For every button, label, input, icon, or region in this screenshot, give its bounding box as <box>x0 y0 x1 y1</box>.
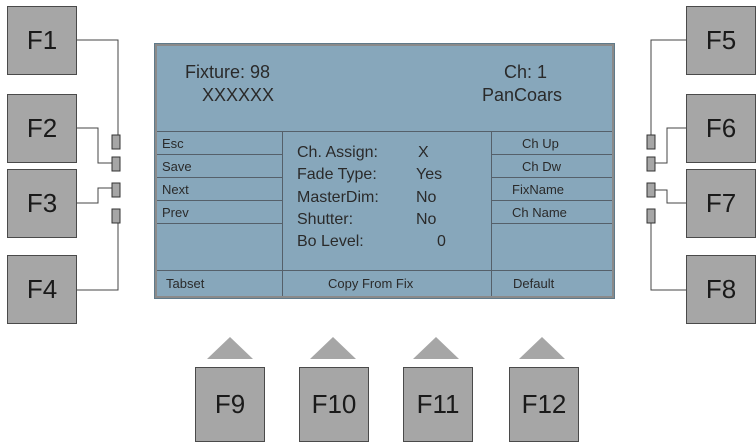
side-button-right-3[interactable] <box>646 182 656 198</box>
right-row-line <box>492 154 612 155</box>
fixture-name: XXXXXX <box>202 85 275 105</box>
f5-key[interactable]: F5 <box>686 6 756 75</box>
field-value: No <box>416 189 437 206</box>
side-button-left-1[interactable] <box>111 134 121 150</box>
side-button-right-2[interactable] <box>646 156 656 172</box>
channel-name: PanCoars <box>482 85 563 105</box>
left-row-line <box>157 223 282 224</box>
side-button-left-4[interactable] <box>111 208 121 224</box>
field-label: Fade Type: <box>297 166 377 183</box>
field-label: Ch. Assign: <box>297 144 378 161</box>
f8-key[interactable]: F8 <box>686 255 756 324</box>
field-value: No <box>416 211 437 228</box>
softkey-save[interactable]: Save <box>162 159 192 174</box>
footer-divider <box>157 270 612 271</box>
left-row-line <box>157 154 282 155</box>
up-arrow-icon <box>413 337 459 359</box>
softkey-esc[interactable]: Esc <box>162 136 184 151</box>
right-row-line <box>492 223 612 224</box>
softkey-copy-from-fix[interactable]: Copy From Fix <box>328 276 413 291</box>
fixture-label: Fixture: 98 <box>185 62 271 82</box>
left-column-divider <box>282 131 283 296</box>
field-label: Shutter: <box>297 211 354 228</box>
softkey-ch-up[interactable]: Ch Up <box>522 136 559 151</box>
field-label: MasterDim: <box>297 189 379 206</box>
f6-key[interactable]: F6 <box>686 94 756 163</box>
field-label: Bo Level: <box>297 233 364 250</box>
channel-label: Ch: 1 <box>504 62 548 82</box>
softkey-ch-name[interactable]: Ch Name <box>512 205 567 220</box>
right-row-line <box>492 200 612 201</box>
softkey-next[interactable]: Next <box>162 182 189 197</box>
f3-key[interactable]: F3 <box>7 169 77 238</box>
up-arrow-icon <box>310 337 356 359</box>
f2-key[interactable]: F2 <box>7 94 77 163</box>
field-value: Yes <box>416 166 443 183</box>
f11-key[interactable]: F11 <box>403 367 473 442</box>
f10-key[interactable]: F10 <box>299 367 369 442</box>
left-row-line <box>157 177 282 178</box>
up-arrow-icon <box>207 337 253 359</box>
side-button-right-4[interactable] <box>646 208 656 224</box>
softkey-tabset[interactable]: Tabset <box>166 276 204 291</box>
f1-key[interactable]: F1 <box>7 6 77 75</box>
softkey-default[interactable]: Default <box>513 276 554 291</box>
field-value: X <box>418 144 429 161</box>
f12-key[interactable]: F12 <box>509 367 579 442</box>
f7-key[interactable]: F7 <box>686 169 756 238</box>
side-button-left-3[interactable] <box>111 182 121 198</box>
softkey-prev[interactable]: Prev <box>162 205 189 220</box>
softkey-ch-dw[interactable]: Ch Dw <box>522 159 561 174</box>
softkey-fixname[interactable]: FixName <box>512 182 564 197</box>
up-arrow-icon <box>519 337 565 359</box>
side-button-right-1[interactable] <box>646 134 656 150</box>
f4-key[interactable]: F4 <box>7 255 77 324</box>
field-value: 0 <box>437 233 446 250</box>
side-button-left-2[interactable] <box>111 156 121 172</box>
f9-key[interactable]: F9 <box>195 367 265 442</box>
lcd-display: Fixture: 98 XXXXXX Ch: 1 PanCoars Esc Sa… <box>154 43 615 299</box>
left-row-line <box>157 200 282 201</box>
right-row-line <box>492 177 612 178</box>
right-column-divider <box>491 131 492 296</box>
header-divider <box>157 131 612 132</box>
